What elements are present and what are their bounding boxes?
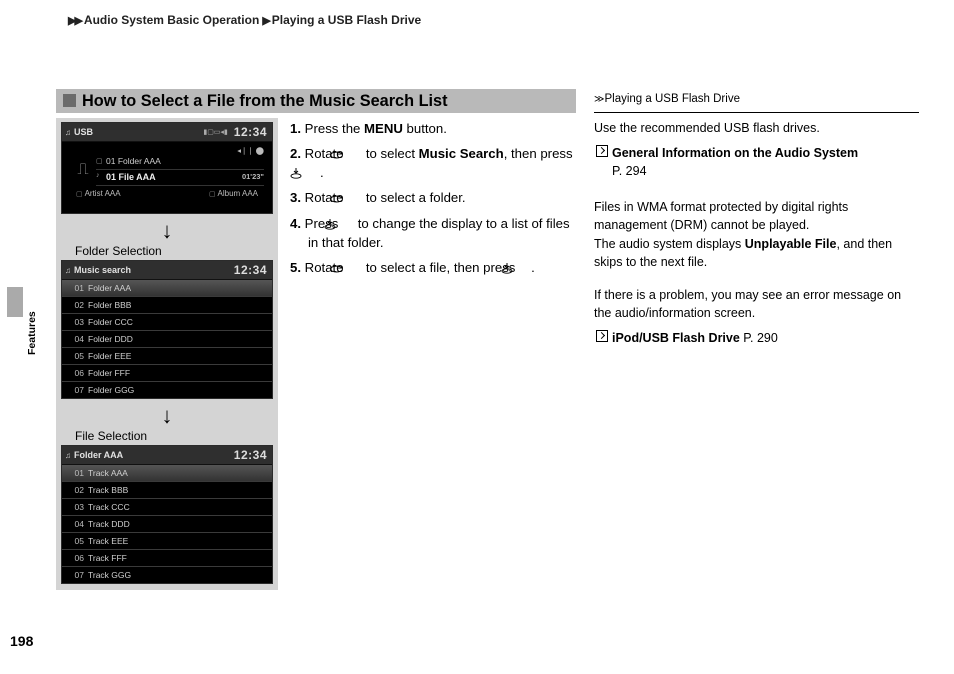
album: Album AAA bbox=[218, 189, 258, 198]
line1: 01 Folder AAA bbox=[106, 156, 161, 166]
step-3: 3. Rotate to select a folder. bbox=[290, 188, 575, 207]
screen-title: Folder AAA bbox=[74, 450, 234, 460]
step-4: 4. Press to change the display to a list… bbox=[290, 214, 575, 252]
list-item: 02Track BBB bbox=[62, 482, 272, 499]
chevron-right-icon: ▶ bbox=[262, 15, 268, 27]
instruction-steps: 1. Press the MENU button. 2. Rotate to s… bbox=[290, 119, 575, 283]
clock: 12:34 bbox=[234, 448, 272, 462]
folder-icon: ▢ bbox=[96, 157, 106, 165]
step-1: 1. Press the MENU button. bbox=[290, 119, 575, 138]
list-item: 04Track DDD bbox=[62, 516, 272, 533]
step-5: 5. Rotate to select a file, then press . bbox=[290, 258, 575, 277]
list-item: 05Folder EEE bbox=[62, 348, 272, 365]
caption-file-selection: File Selection bbox=[75, 429, 273, 443]
note-text: Files in WMA format protected by digital… bbox=[594, 198, 919, 234]
note-text: The audio system displays Unplayable Fil… bbox=[594, 235, 919, 271]
rotate-knob-icon bbox=[347, 145, 362, 155]
section-heading-text: How to Select a File from the Music Sear… bbox=[82, 92, 448, 110]
usb-plug-icon: ⎍ bbox=[70, 155, 96, 186]
music-note-icon: ♫ bbox=[62, 266, 74, 275]
breadcrumb: ▶▶Audio System Basic Operation▶ Playing a… bbox=[65, 13, 421, 27]
side-tab-label: Features bbox=[26, 311, 38, 355]
file-icon: ♪ bbox=[96, 172, 106, 182]
page-number: 198 bbox=[10, 633, 33, 649]
list-item: 02Folder BBB bbox=[62, 297, 272, 314]
list-item: 03Track CCC bbox=[62, 499, 272, 516]
rotate-knob-icon bbox=[347, 189, 362, 199]
xref-icon bbox=[596, 330, 608, 342]
list-item: 03Folder CCC bbox=[62, 314, 272, 331]
side-tab-block bbox=[7, 287, 23, 317]
cross-reference: iPod/USB Flash Drive P. 290 bbox=[594, 329, 919, 347]
screen-folders: ♫ Music search 12:34 01Folder AAA 02Fold… bbox=[61, 260, 273, 399]
duration: 01'23" bbox=[242, 172, 264, 182]
line2: 01 File AAA bbox=[106, 172, 242, 182]
arrow-down-icon: ↓ bbox=[61, 405, 273, 427]
screen-tracks: ♫ Folder AAA 12:34 01Track AAA 02Track B… bbox=[61, 445, 273, 584]
screen-usb: ♫ USB ▮▢▭◂▮ 12:34 ◂❘❘ ⬤ ⎍ ▢01 Folder AAA… bbox=[61, 122, 273, 214]
note-text: If there is a problem, you may see an er… bbox=[594, 286, 919, 322]
divider bbox=[594, 112, 919, 113]
push-knob-icon bbox=[519, 260, 531, 272]
breadcrumb-level-2: Playing a USB Flash Drive bbox=[272, 13, 421, 27]
list-item: 05Track EEE bbox=[62, 533, 272, 550]
screen-title: Music search bbox=[74, 265, 234, 275]
screen-stack: ♫ USB ▮▢▭◂▮ 12:34 ◂❘❘ ⬤ ⎍ ▢01 Folder AAA… bbox=[56, 118, 278, 590]
arrow-down-icon: ↓ bbox=[61, 220, 273, 242]
square-bullet-icon bbox=[63, 94, 76, 107]
list-item: 04Folder DDD bbox=[62, 331, 272, 348]
breadcrumb-level-1: Audio System Basic Operation bbox=[84, 13, 259, 27]
artist: Artist AAA bbox=[85, 189, 121, 198]
note-text: Use the recommended USB flash drives. bbox=[594, 119, 919, 137]
status-icons: ▮▢▭◂▮ bbox=[203, 128, 227, 136]
push-knob-icon bbox=[308, 165, 320, 177]
cross-reference: General Information on the Audio SystemP… bbox=[594, 144, 919, 180]
signal-icon: ◂❘❘ ⬤ bbox=[70, 146, 264, 155]
list-item: 07Track GGG bbox=[62, 567, 272, 583]
music-note-icon: ♫ bbox=[62, 451, 74, 460]
list-item: 06Folder FFF bbox=[62, 365, 272, 382]
rotate-knob-icon bbox=[347, 259, 362, 269]
xref-icon bbox=[596, 145, 608, 157]
clock: 12:34 bbox=[234, 125, 272, 139]
list-item: 07Folder GGG bbox=[62, 382, 272, 398]
music-note-icon: ♫ bbox=[62, 128, 74, 137]
list-item: 01Track AAA bbox=[62, 465, 272, 482]
clock: 12:34 bbox=[234, 263, 272, 277]
list-item: 06Track FFF bbox=[62, 550, 272, 567]
caption-folder-selection: Folder Selection bbox=[75, 244, 273, 258]
sidebar-heading: ≫Playing a USB Flash Drive bbox=[594, 91, 919, 110]
screen-title: USB bbox=[74, 127, 203, 137]
step-2: 2. Rotate to select Music Search, then p… bbox=[290, 144, 575, 182]
sidebar-notes: ≫Playing a USB Flash Drive Use the recom… bbox=[594, 91, 919, 354]
section-heading: How to Select a File from the Music Sear… bbox=[56, 89, 576, 113]
chevron-right-icon: ≫ bbox=[594, 94, 602, 105]
chevron-right-icon: ▶▶ bbox=[68, 15, 81, 27]
list-item: 01Folder AAA bbox=[62, 280, 272, 297]
push-knob-icon bbox=[342, 216, 354, 228]
